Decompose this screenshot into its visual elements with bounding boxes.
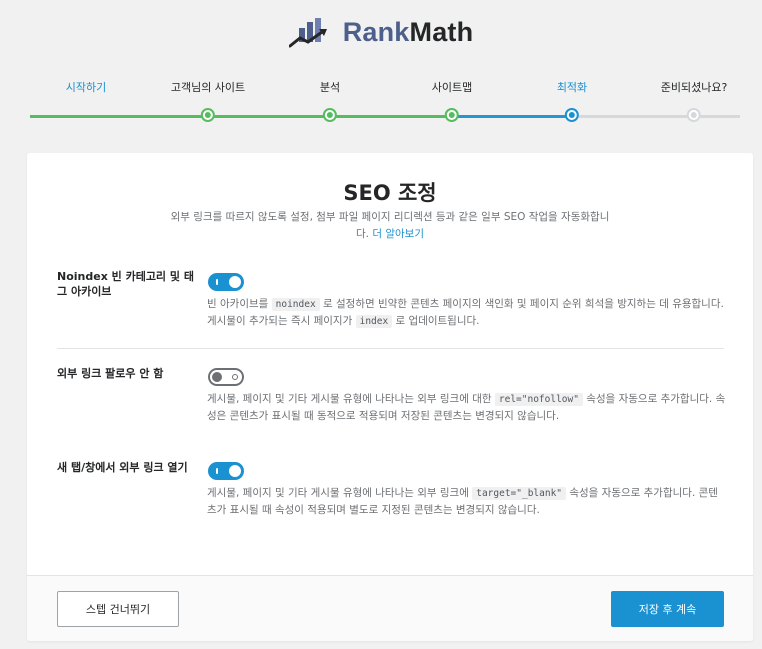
card-footer: 스텝 건너뛰기 저장 후 계속 [27, 575, 753, 641]
step-your-site[interactable]: 고객님의 사이트 [171, 80, 245, 122]
toggle-on-indicator [216, 468, 218, 474]
learn-more-link[interactable]: 더 알아보기 [372, 228, 424, 240]
step-getting-started[interactable]: 시작하기 [66, 80, 106, 96]
toggle-knob [229, 276, 241, 288]
setting-desc-nofollow: 게시물, 페이지 및 기타 게시물 유형에 나타나는 외부 링크에 대한 rel… [207, 393, 726, 422]
page-title: SEO 조정 [343, 181, 437, 205]
toggle-noindex-empty[interactable] [208, 273, 244, 291]
setting-desc-new-tab: 게시물, 페이지 및 기타 게시물 유형에 나타나는 외부 링크에 target… [207, 487, 718, 516]
step-done-dot [444, 108, 459, 122]
code-snippet: target="_blank" [472, 487, 567, 500]
code-snippet: noindex [271, 298, 320, 311]
seo-tweaks-card: SEO 조정 외부 링크를 따르지 않도록 설정, 첨부 파일 페이지 리디렉션… [27, 153, 753, 641]
steps-progress-track [30, 115, 740, 118]
code-snippet: rel="nofollow" [494, 393, 583, 406]
setting-label-new-tab: 새 탭/창에서 외부 링크 열기 [57, 461, 188, 474]
save-continue-button[interactable]: 저장 후 계속 [611, 591, 724, 627]
step-ready: 준비되셨나요? [660, 80, 728, 122]
skip-step-button[interactable]: 스텝 건너뛰기 [57, 591, 179, 627]
step-label: 사이트맵 [431, 81, 473, 94]
page-description: 외부 링크를 따르지 않도록 설정, 첨부 파일 페이지 리디렉션 등과 같은 … [170, 211, 610, 240]
step-label: 분석 [319, 81, 341, 94]
header-logo: RankMath [0, 16, 762, 48]
setting-label-noindex-empty: Noindex 빈 카테고리 및 태그 아카이브 [57, 270, 194, 298]
step-optimization[interactable]: 최적화 [557, 80, 587, 122]
setting-desc-noindex-empty: 빈 아카이브를 noindex 로 설정하면 빈약한 콘텐츠 페이지의 색인화 … [207, 298, 724, 328]
step-label: 준비되셨나요? [660, 81, 728, 94]
logo-text: RankMath [342, 16, 474, 47]
toggle-new-tab[interactable] [208, 462, 244, 480]
step-done-dot [201, 108, 215, 122]
step-pending-dot [687, 108, 701, 122]
setting-label-nofollow: 외부 링크 팔로우 안 함 [57, 367, 164, 380]
section-divider [57, 348, 724, 349]
wizard-steps: 시작하기 고객님의 사이트 분석 사이트맵 최적화 준비되셨나요? [30, 80, 740, 130]
rankmath-logo-icon [288, 18, 327, 48]
toggle-knob [212, 372, 222, 382]
step-label: 최적화 [556, 81, 588, 94]
step-sitemap[interactable]: 사이트맵 [432, 80, 472, 122]
step-analytics[interactable]: 분석 [320, 80, 340, 122]
toggle-nofollow[interactable] [208, 368, 244, 386]
step-label: 시작하기 [65, 81, 107, 94]
toggle-knob [229, 465, 241, 477]
step-done-dot [323, 108, 337, 122]
step-current-dot [565, 108, 579, 122]
code-snippet: index [355, 315, 393, 328]
step-label: 고객님의 사이트 [170, 81, 246, 94]
toggle-off-indicator [232, 374, 238, 380]
toggle-on-indicator [216, 279, 218, 285]
